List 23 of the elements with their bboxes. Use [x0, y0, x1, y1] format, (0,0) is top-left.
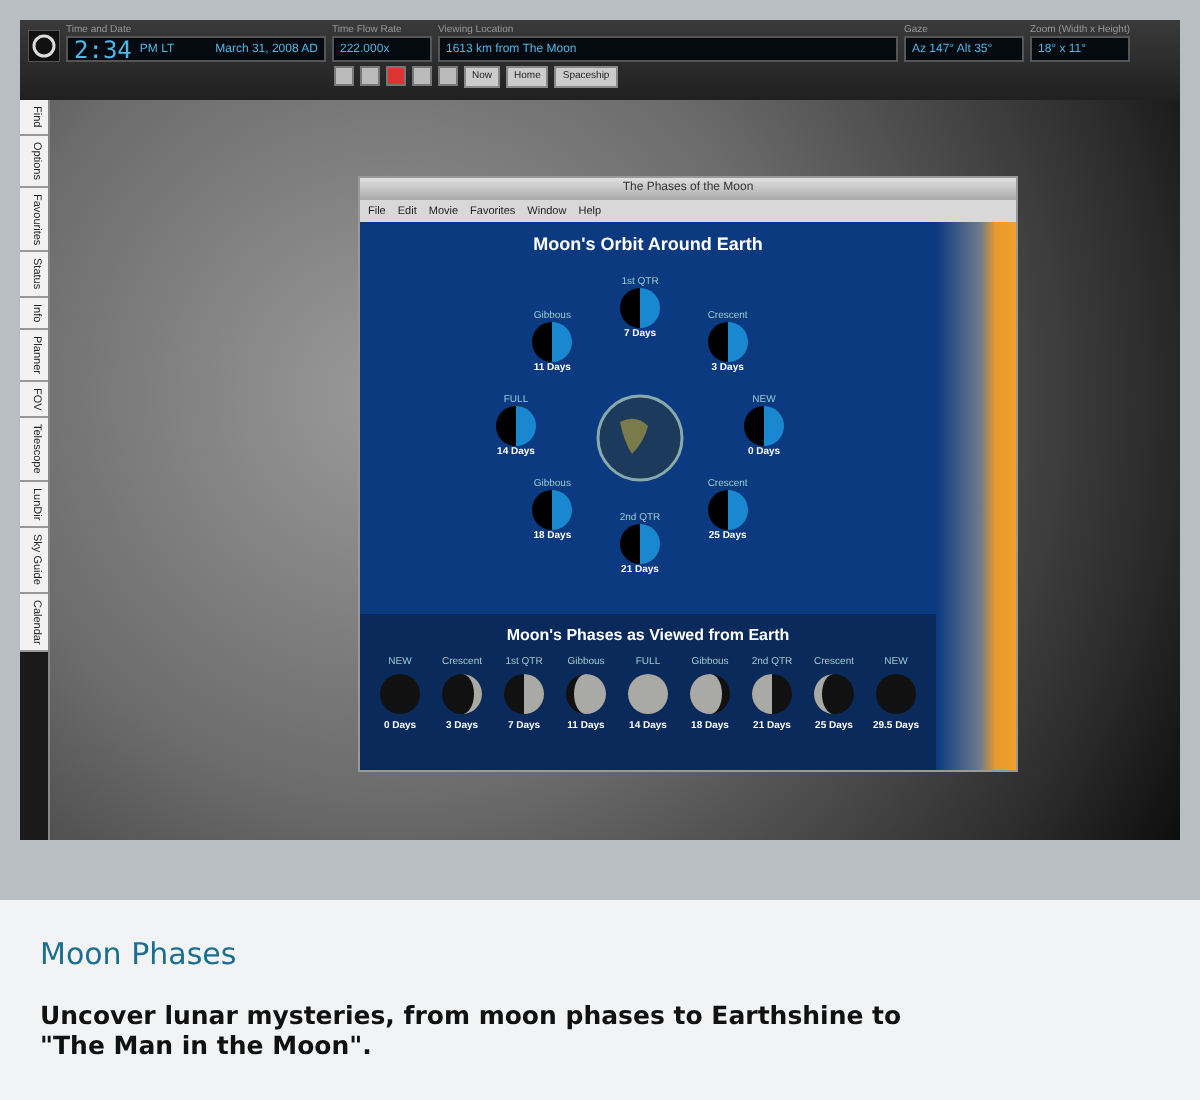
half-moon-icon	[620, 523, 660, 564]
clock-icon[interactable]	[28, 30, 60, 62]
half-moon-icon	[707, 489, 748, 530]
half-moon-icon	[496, 406, 536, 446]
half-moon-icon	[620, 288, 660, 329]
moon-icon	[442, 674, 482, 714]
moon-icon	[814, 674, 854, 714]
half-moon-icon	[744, 406, 784, 446]
half-moon-icon	[532, 322, 573, 363]
half-moon-icon	[532, 489, 573, 530]
moon-icon	[566, 674, 606, 714]
earth-icon	[596, 394, 684, 482]
moon-icon	[752, 674, 792, 714]
moon-icon	[876, 674, 916, 714]
moon-icon	[628, 674, 668, 714]
section-title: Moon's Phases as Viewed from Earth	[506, 626, 790, 644]
half-moon-icon	[707, 322, 748, 363]
diagram-title: Moon's Orbit Around Earth	[531, 234, 765, 254]
moon-icon	[380, 674, 420, 714]
moon-icon	[690, 674, 730, 714]
caption-text: Uncover lunar mysteries, from moon phases to Earthshine to "The Man in the Moon".	[40, 1000, 904, 1060]
moon-icon	[504, 674, 544, 714]
caption-title: Moon Phases	[40, 936, 239, 972]
